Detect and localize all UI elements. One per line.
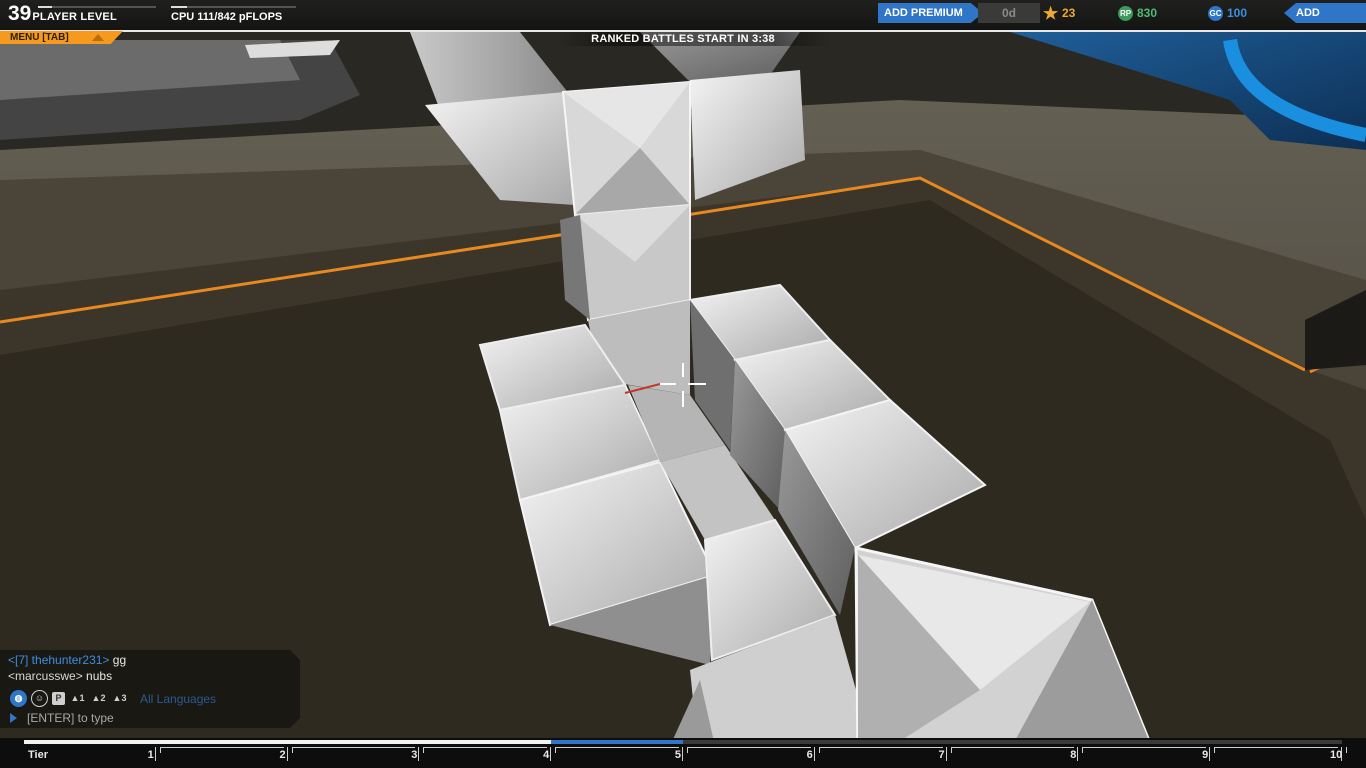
chat-input[interactable]: [ENTER] to type — [10, 711, 114, 725]
gc-icon: GC — [1208, 5, 1223, 21]
tier-tick — [1209, 747, 1211, 761]
chat-input-placeholder: [ENTER] to type — [27, 711, 114, 725]
tier-segment-line — [291, 747, 416, 748]
tier-label: Tier — [28, 749, 48, 761]
stars-value: 23 — [1062, 6, 1076, 20]
player-level: 39 PLAYER LEVEL — [8, 2, 117, 26]
tier-number: 4 — [543, 749, 550, 761]
premium-days: 0d — [978, 3, 1040, 23]
tier-number: 2 — [279, 749, 286, 761]
cpu-usage-bar — [171, 6, 296, 8]
tier-number: 6 — [806, 749, 813, 761]
stars-counter: ★ 23 — [1043, 4, 1075, 22]
person-icon[interactable]: ☺ — [31, 689, 48, 707]
globe-icon[interactable]: ◍ — [10, 689, 27, 707]
tier-progress-fill — [24, 740, 618, 744]
tier-tick — [550, 747, 552, 761]
tier-number: 10 — [1330, 749, 1343, 761]
chat-language-filter[interactable]: All Languages — [140, 692, 216, 706]
tier-segment-line — [1082, 747, 1207, 748]
tier-number: 3 — [411, 749, 418, 761]
add-premium-button[interactable]: ADD PREMIUM — [878, 3, 983, 23]
gc-counter: GC 100 — [1208, 4, 1247, 22]
tier-tick — [418, 747, 420, 761]
user-2-icon[interactable]: ▲2 — [90, 690, 107, 707]
tier-number: 7 — [938, 749, 945, 761]
tier-tick — [286, 747, 288, 761]
tier-tick — [945, 747, 947, 761]
tier-tick — [813, 747, 815, 761]
player-level-label: PLAYER LEVEL — [32, 11, 117, 23]
tier-tick — [1077, 747, 1079, 761]
player-level-number: 39 — [8, 2, 32, 25]
user-1-icon[interactable]: ▲1 — [69, 690, 86, 707]
crosshair-icon — [660, 363, 706, 407]
rp-counter: RP 830 — [1118, 4, 1157, 22]
cpu-usage: CPU 111/842 pFLOPS — [171, 11, 283, 23]
user-3-icon[interactable]: ▲3 — [111, 690, 128, 707]
tier-number: 5 — [674, 749, 681, 761]
tier-segment-line — [1214, 747, 1338, 748]
tier-number: 9 — [1202, 749, 1209, 761]
tier-tick — [154, 747, 156, 761]
ranked-countdown: RANKED BATTLES START IN 3:38 — [591, 33, 775, 45]
tier-tick — [1346, 747, 1347, 753]
tier-segment-line — [423, 747, 548, 748]
star-icon: ★ — [1043, 3, 1059, 23]
tier-number: 1 — [147, 749, 154, 761]
chat-message: <marcusswe> nubs — [8, 669, 112, 683]
tier-progress-track — [24, 740, 1342, 744]
chat-text: nubs — [86, 669, 113, 683]
chat-arrow-icon — [10, 713, 17, 723]
party-icon[interactable]: P — [52, 691, 65, 705]
chat-channel-icons: ◍ ☺ P ▲1 ▲2 ▲3 — [10, 689, 128, 707]
tier-segment-line — [818, 747, 943, 748]
tier-number: 8 — [1070, 749, 1077, 761]
chat-sender[interactable]: <marcusswe> — [8, 669, 83, 683]
tier-tick — [682, 747, 683, 761]
add-funds-button[interactable]: ADD FUNDS — [1284, 3, 1366, 23]
tier-segment-line — [159, 747, 284, 748]
gc-value: 100 — [1227, 6, 1248, 20]
rp-icon: RP — [1118, 5, 1133, 21]
tier-segment-line — [950, 747, 1075, 748]
tier-segment-line — [687, 747, 811, 748]
chat-message: <[7] thehunter231> gg — [8, 653, 126, 667]
chat-sender[interactable]: <[7] thehunter231> — [8, 653, 109, 667]
tier-segment-line — [555, 747, 679, 748]
rp-value: 830 — [1137, 6, 1158, 20]
chat-text: gg — [112, 653, 127, 667]
tier-current-range — [551, 740, 683, 744]
